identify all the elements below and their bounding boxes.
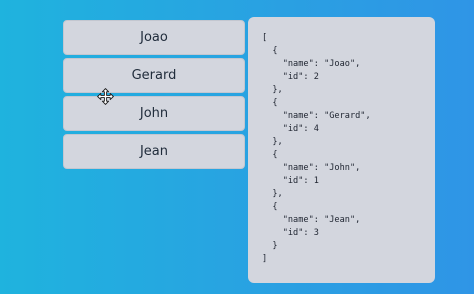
- list-item-john[interactable]: John: [63, 96, 245, 131]
- list-item-label: Jean: [139, 144, 169, 159]
- move-cursor-icon: [97, 88, 114, 105]
- list-item-label: Gerard: [131, 68, 177, 83]
- json-output-panel: [ { "name": "Joao", "id": 2 }, { "name":…: [248, 17, 435, 283]
- list-item-jean[interactable]: Jean: [63, 134, 245, 169]
- draggable-list: Joao Gerard John Jean: [63, 20, 245, 172]
- json-output-text: [ { "name": "Joao", "id": 2 }, { "name":…: [262, 33, 371, 264]
- list-item-label: Joao: [140, 30, 168, 45]
- list-item-label: John: [139, 106, 169, 121]
- list-item-joao[interactable]: Joao: [63, 20, 245, 55]
- list-item-gerard[interactable]: Gerard: [63, 58, 245, 93]
